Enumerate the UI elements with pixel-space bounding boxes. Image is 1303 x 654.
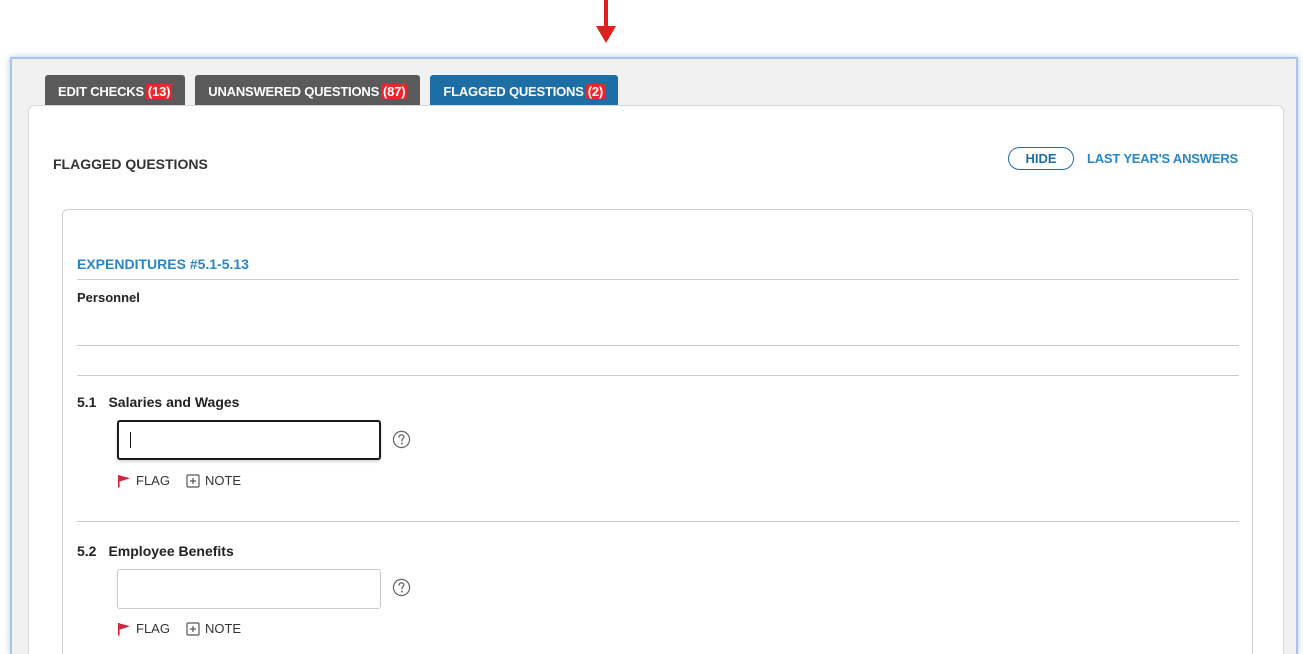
employee-benefits-input[interactable] bbox=[117, 569, 381, 609]
hide-button[interactable]: HIDE bbox=[1008, 147, 1074, 170]
tab-count-badge: (87) bbox=[381, 83, 408, 99]
tab-count-badge: (13) bbox=[145, 83, 173, 99]
flag-icon bbox=[118, 474, 130, 487]
tab-label: EDIT CHECKS bbox=[58, 83, 144, 99]
add-note-icon bbox=[186, 473, 200, 488]
add-note-icon bbox=[186, 621, 200, 636]
note-label: NOTE bbox=[204, 621, 242, 636]
tab-bar: EDIT CHECKS (13) UNANSWERED QUESTIONS (8… bbox=[45, 75, 619, 107]
tab-label: UNANSWERED QUESTIONS bbox=[208, 83, 380, 99]
question-actions: FLAG NOTE bbox=[117, 621, 241, 636]
note-button[interactable]: NOTE bbox=[186, 621, 241, 636]
flag-button[interactable]: FLAG bbox=[117, 621, 170, 636]
flag-label: FLAG bbox=[136, 473, 170, 488]
flag-icon bbox=[118, 622, 130, 635]
question-label: 5.1 Salaries and Wages bbox=[77, 394, 239, 410]
tab-label: FLAGGED QUESTIONS bbox=[443, 83, 584, 99]
question-number: 5.2 bbox=[77, 543, 97, 559]
divider bbox=[77, 279, 1239, 280]
divider bbox=[77, 345, 1239, 346]
salaries-wages-input[interactable] bbox=[117, 420, 381, 460]
note-button[interactable]: NOTE bbox=[186, 473, 241, 488]
text-cursor bbox=[130, 432, 131, 448]
question-label: 5.2 Employee Benefits bbox=[77, 543, 234, 559]
pointer-arrow-icon bbox=[596, 0, 616, 43]
help-icon[interactable] bbox=[392, 430, 411, 449]
flag-label: FLAG bbox=[136, 621, 170, 636]
question-actions: FLAG NOTE bbox=[117, 473, 241, 488]
question-number: 5.1 bbox=[77, 394, 97, 410]
flagged-questions-panel: FLAGGED QUESTIONS HIDE LAST YEAR'S ANSWE… bbox=[28, 105, 1284, 654]
question-text: Salaries and Wages bbox=[108, 394, 240, 410]
question-text: Employee Benefits bbox=[108, 543, 234, 559]
note-label: NOTE bbox=[204, 473, 242, 488]
tab-count-badge: (2) bbox=[585, 83, 606, 99]
help-icon[interactable] bbox=[392, 578, 411, 597]
app-frame: EDIT CHECKS (13) UNANSWERED QUESTIONS (8… bbox=[10, 57, 1298, 654]
divider bbox=[77, 375, 1239, 376]
tab-unanswered-questions[interactable]: UNANSWERED QUESTIONS (87) bbox=[195, 75, 421, 107]
tab-edit-checks[interactable]: EDIT CHECKS (13) bbox=[45, 75, 186, 107]
last-years-answers-link[interactable]: LAST YEAR'S ANSWERS bbox=[1087, 151, 1238, 166]
section-title: EXPENDITURES #5.1-5.13 bbox=[77, 256, 249, 272]
question-card: EXPENDITURES #5.1-5.13 Personnel 5.1 Sal… bbox=[62, 209, 1253, 654]
panel-title: FLAGGED QUESTIONS bbox=[53, 156, 208, 172]
divider bbox=[77, 521, 1239, 522]
flag-button[interactable]: FLAG bbox=[117, 473, 170, 488]
tab-flagged-questions[interactable]: FLAGGED QUESTIONS (2) bbox=[430, 75, 619, 107]
section-subtitle: Personnel bbox=[77, 290, 140, 305]
